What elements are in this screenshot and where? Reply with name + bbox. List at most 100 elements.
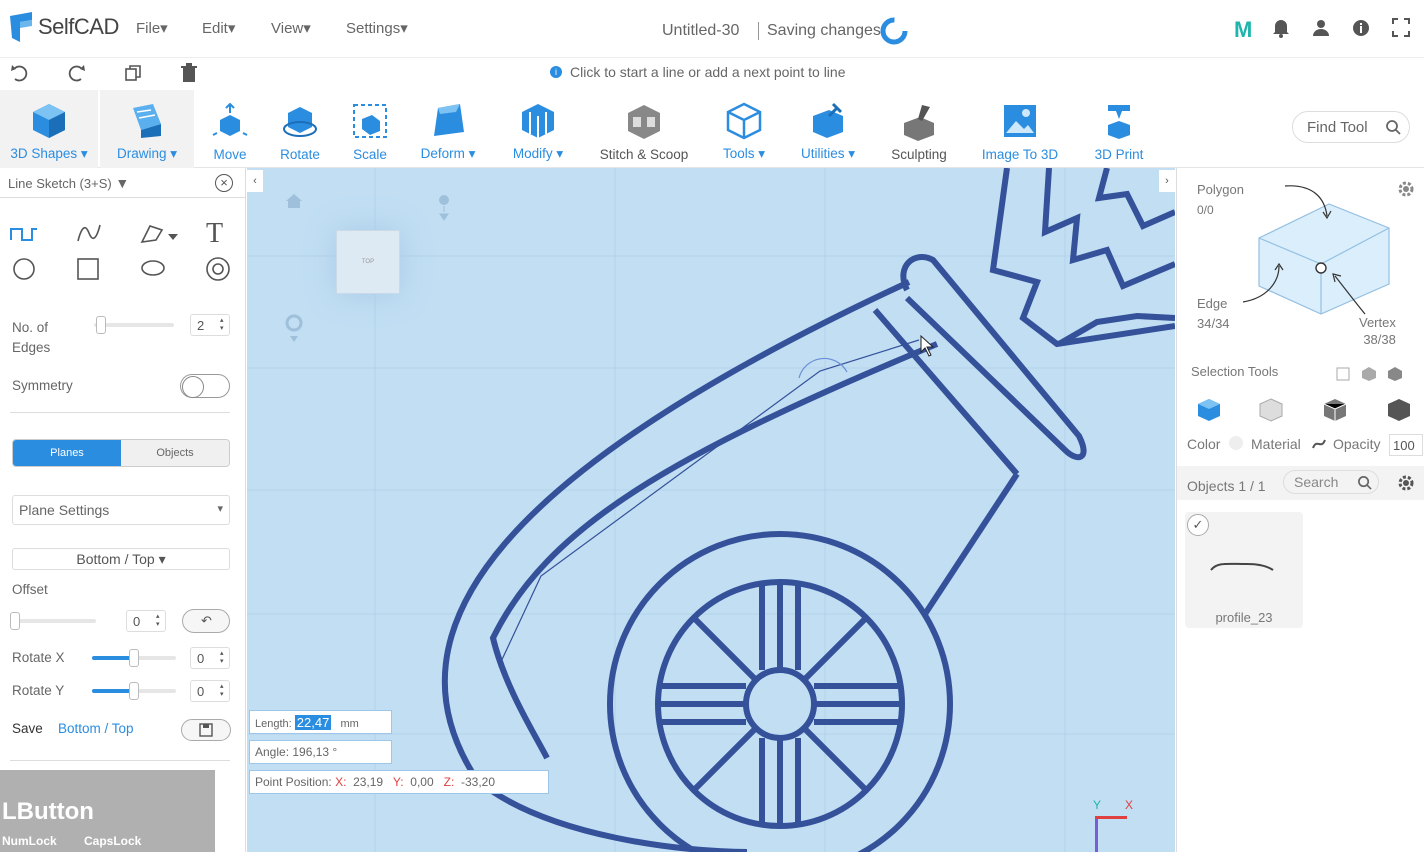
rotate-x-stepper[interactable]: 0 (190, 647, 230, 669)
user-badge[interactable]: M (1234, 17, 1252, 43)
tool-stitch-scoop[interactable]: Stitch & Scoop (588, 90, 700, 168)
object-card[interactable]: ✓ profile_23 (1185, 512, 1303, 628)
tools-icon (726, 102, 762, 140)
tool-drawing[interactable]: Drawing ▾ (100, 90, 194, 168)
objects-gear-icon[interactable] (1397, 474, 1415, 492)
redo-icon[interactable] (66, 64, 86, 82)
tool-deform[interactable]: Deform ▾ (410, 90, 486, 168)
tool-image-to-3d[interactable]: Image To 3D (972, 90, 1068, 168)
3d-print-icon (1108, 105, 1130, 139)
document-title[interactable]: Untitled-30 (662, 22, 739, 40)
tool-tools[interactable]: Tools ▾ (712, 90, 776, 168)
copy-icon[interactable] (124, 64, 142, 82)
point-position-readout[interactable]: Point Position: X: 23,19 Y: 0,00 Z: -33,… (249, 770, 549, 794)
key-overlay: LButton NumLock CapsLock (0, 770, 215, 852)
angle-readout[interactable]: Angle: 196,13 ° (249, 740, 392, 764)
object-name: profile_23 (1215, 610, 1273, 625)
cube-icon (33, 104, 65, 138)
view-menu[interactable]: View▾ (271, 19, 311, 37)
tab-objects[interactable]: Objects (121, 440, 229, 466)
rotate-y-slider[interactable] (92, 682, 176, 700)
text-tool-icon[interactable]: T (206, 218, 223, 250)
navigation-cube[interactable]: TOP (336, 230, 400, 294)
material-icon[interactable] (1311, 436, 1327, 452)
object-checkbox[interactable]: ✓ (1187, 514, 1209, 536)
file-menu[interactable]: File▾ (136, 19, 168, 37)
selfcad-logo-icon (10, 12, 32, 42)
offset-slider[interactable] (10, 612, 96, 630)
pen-tool-icon[interactable] (140, 222, 180, 246)
tool-move[interactable]: Move (200, 90, 260, 168)
trash-icon[interactable] (180, 63, 198, 83)
settings-menu[interactable]: Settings▾ (346, 19, 408, 37)
color-swatch[interactable] (1229, 436, 1243, 450)
save-plane-button[interactable] (181, 719, 231, 741)
tool-sculpting[interactable]: Sculpting (880, 90, 958, 168)
select-object-small-icon[interactable] (1387, 366, 1403, 382)
user-icon[interactable] (1312, 18, 1330, 38)
select-face-small-icon[interactable] (1335, 366, 1351, 382)
find-tool-search[interactable]: Find Tool (1292, 111, 1410, 143)
length-value[interactable]: 22,47 (294, 715, 332, 730)
edges-slider[interactable] (94, 316, 174, 334)
undo-icon[interactable] (10, 64, 30, 82)
tool-3d-shapes[interactable]: 3D Shapes ▾ (0, 90, 98, 168)
objects-search-input[interactable]: Search (1283, 470, 1379, 494)
edit-menu[interactable]: Edit▾ (202, 19, 235, 37)
polyline-tool-icon[interactable] (10, 226, 38, 242)
offset-stepper[interactable]: 0 (126, 610, 166, 632)
tab-planes[interactable]: Planes (13, 440, 121, 466)
save-plane-link[interactable]: Bottom / Top (58, 721, 134, 736)
main-toolbar: 3D Shapes ▾ Drawing ▾ Move Rotate Scale … (0, 90, 1424, 168)
edges-stepper[interactable]: 2 (190, 314, 230, 336)
ellipse-tool-icon[interactable] (140, 259, 166, 277)
tool-modify[interactable]: Modify ▾ (500, 90, 576, 168)
tool-3d-print[interactable]: 3D Print (1084, 90, 1154, 168)
material-label: Material (1251, 436, 1301, 452)
top-bar: SelfCAD File▾ Edit▾ View▾ Settings▾ Unti… (0, 0, 1424, 58)
circle-tool-icon[interactable] (12, 257, 36, 281)
plane-settings-select[interactable]: Plane Settings (12, 495, 230, 525)
tool-utilities[interactable]: Utilities ▾ (790, 90, 866, 168)
plane-choice-dropdown[interactable]: Bottom / Top ▾ (12, 548, 230, 570)
gear-view-icon[interactable] (285, 314, 303, 342)
image-to-3d-icon (1004, 105, 1036, 137)
rotate-x-slider[interactable] (92, 649, 176, 667)
info-dot-icon: i (550, 66, 562, 78)
rotate-x-label: Rotate X (12, 650, 65, 665)
offset-reset-button[interactable]: ↶ (182, 609, 230, 633)
light-icon[interactable] (435, 192, 453, 222)
symmetry-toggle[interactable] (180, 374, 230, 398)
edge-select-mode-icon[interactable] (1323, 398, 1347, 422)
ring-tool-icon[interactable] (205, 256, 231, 282)
selection-tools-label: Selection Tools (1191, 364, 1279, 379)
symmetry-label: Symmetry (12, 378, 73, 393)
search-icon (1386, 120, 1401, 135)
3d-viewport[interactable]: TOP ‹ › Length: 22,47 mm Angle: 196,13 °… (247, 168, 1175, 852)
close-icon[interactable]: × (215, 174, 233, 192)
tool-scale[interactable]: Scale (340, 90, 400, 168)
rotate-y-stepper[interactable]: 0 (190, 680, 230, 702)
reset-icon: ↶ (201, 613, 212, 628)
collapse-right-icon[interactable]: › (1159, 170, 1175, 192)
curve-tool-icon[interactable] (76, 223, 102, 243)
opacity-input[interactable]: 100 (1389, 434, 1423, 456)
face-select-mode-icon[interactable] (1259, 398, 1283, 422)
move-icon (212, 103, 248, 136)
object-select-mode-icon[interactable] (1197, 398, 1221, 422)
length-readout[interactable]: Length: 22,47 mm (249, 710, 392, 734)
bell-icon[interactable] (1272, 18, 1290, 38)
drawing-icon (133, 104, 161, 138)
fullscreen-icon[interactable] (1392, 18, 1410, 38)
save-label: Save (12, 721, 43, 736)
home-icon[interactable] (285, 192, 303, 210)
rectangle-tool-icon[interactable] (76, 257, 100, 281)
tool-rotate[interactable]: Rotate (270, 90, 330, 168)
select-vertex-small-icon[interactable] (1361, 366, 1377, 382)
edges-label: No. of Edges (12, 320, 51, 355)
vertex-select-mode-icon[interactable] (1387, 398, 1411, 422)
save-status: Saving changes (758, 22, 881, 40)
collapse-left-icon[interactable]: ‹ (247, 170, 263, 192)
info-icon[interactable] (1352, 18, 1370, 38)
selfcad-logo[interactable]: SelfCAD (8, 12, 119, 42)
